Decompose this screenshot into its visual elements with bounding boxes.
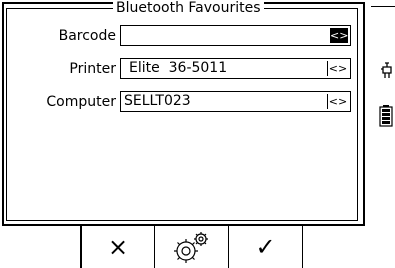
panel-title: Bluetooth Favourites [113, 1, 264, 15]
computer-field[interactable]: SELLT023 <> [120, 91, 351, 112]
printer-field[interactable]: Elite 36-5011 <> [120, 58, 351, 79]
printer-label: Printer [69, 61, 116, 77]
softkey-divider [302, 226, 303, 268]
computer-selector-button[interactable]: <> [327, 94, 348, 109]
bluetooth-favourites-screen: Bluetooth Favourites Barcode <> Printer … [0, 0, 395, 268]
printer-value: Elite 36-5011 [129, 60, 228, 76]
barcode-selector-button[interactable]: <> [330, 28, 348, 43]
cross-icon: × [107, 233, 129, 261]
computer-value: SELLT023 [124, 93, 191, 109]
plug-icon [381, 62, 392, 78]
confirm-button[interactable]: ✓ [228, 226, 302, 268]
barcode-label: Barcode [58, 28, 116, 44]
computer-label: Computer [46, 94, 116, 110]
softkey-bar: × ✓ [0, 226, 395, 268]
barcode-field[interactable]: <> [120, 25, 351, 46]
cancel-button[interactable]: × [80, 226, 154, 268]
settings-button[interactable] [154, 226, 228, 268]
status-divider [371, 6, 395, 7]
checkmark-icon: ✓ [255, 233, 276, 261]
gears-icon [173, 232, 208, 263]
printer-selector-button[interactable]: <> [327, 61, 348, 76]
battery-icon [379, 105, 393, 127]
